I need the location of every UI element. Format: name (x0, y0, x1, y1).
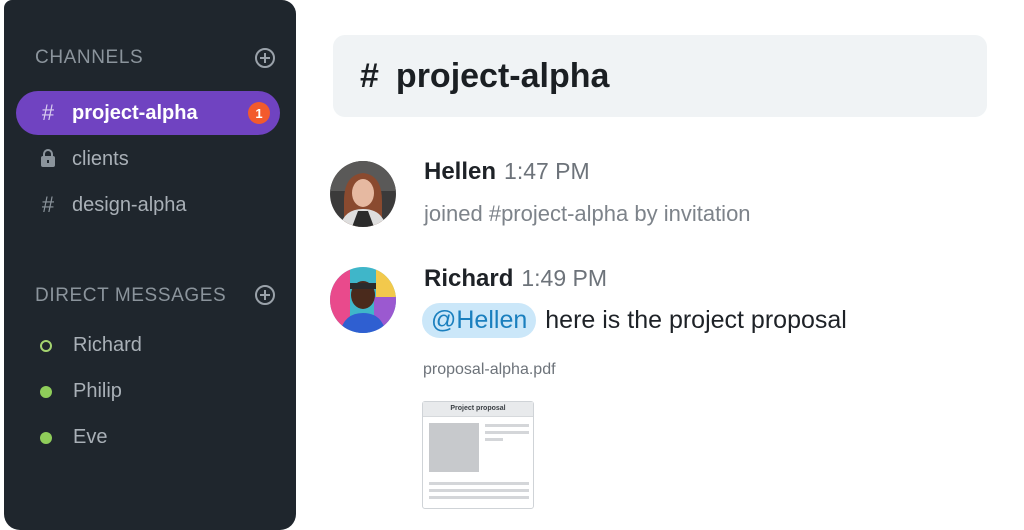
hash-icon: # (360, 56, 379, 95)
dm-item-eve[interactable]: Eve (40, 426, 107, 449)
dm-item-richard[interactable]: Richard (40, 334, 142, 357)
preview-text-line (429, 482, 529, 485)
attachment-preview[interactable]: Project proposal (422, 401, 534, 509)
message-author[interactable]: Richard (424, 265, 513, 293)
message-text: here is the project proposal (545, 306, 847, 334)
online-status-icon (40, 431, 52, 444)
message-author[interactable]: Hellen (424, 158, 496, 186)
preview-text-line (485, 431, 529, 434)
preview-text-line (429, 489, 529, 492)
dm-item-philip[interactable]: Philip (40, 380, 122, 403)
page-title: project-alpha (395, 56, 610, 95)
preview-text-line (485, 438, 503, 441)
channel-label: design-alpha (72, 193, 187, 216)
message-timestamp: 1:49 PM (521, 265, 608, 291)
preview-image-placeholder (429, 423, 479, 472)
message-timestamp: 1:47 PM (504, 158, 590, 184)
preview-text-line (429, 496, 529, 499)
channels-heading: CHANNELS (35, 47, 144, 68)
channel-label: project-alpha (72, 101, 198, 124)
dm-label: Eve (73, 426, 108, 448)
sidebar-item-project-alpha[interactable]: # project-alpha 1 (16, 91, 280, 135)
message-body: @Hellen here is the project proposal (422, 303, 847, 338)
user-mention[interactable]: @Hellen (422, 303, 537, 338)
avatar-hellen[interactable] (330, 161, 396, 227)
attachment-filename[interactable]: proposal-alpha.pdf (423, 361, 556, 379)
online-status-icon (40, 385, 52, 398)
sidebar-item-clients[interactable]: clients (16, 137, 280, 181)
message-header: Richard 1:49 PM (424, 265, 607, 293)
lock-icon (37, 149, 59, 167)
preview-text-line (485, 424, 529, 427)
preview-title: Project proposal (423, 402, 533, 417)
hash-icon: # (41, 100, 55, 125)
message-header: Hellen 1:47 PM (424, 158, 590, 186)
dm-label: Philip (73, 380, 122, 402)
away-status-icon (40, 339, 52, 352)
direct-messages-heading: DIRECT MESSAGES (35, 285, 227, 306)
dm-label: Richard (73, 334, 142, 356)
channel-header: # project-alpha (333, 35, 987, 117)
avatar-richard[interactable] (330, 267, 396, 333)
hash-icon: # (41, 192, 55, 217)
add-direct-message-icon[interactable] (255, 285, 275, 305)
sidebar: CHANNELS # project-alpha 1 clients # des… (4, 0, 296, 530)
sidebar-item-design-alpha[interactable]: # design-alpha (16, 183, 280, 227)
system-message-text: joined #project-alpha by invitation (424, 201, 751, 226)
channel-label: clients (72, 147, 129, 170)
unread-badge: 1 (248, 102, 270, 124)
add-channel-icon[interactable] (255, 48, 275, 68)
